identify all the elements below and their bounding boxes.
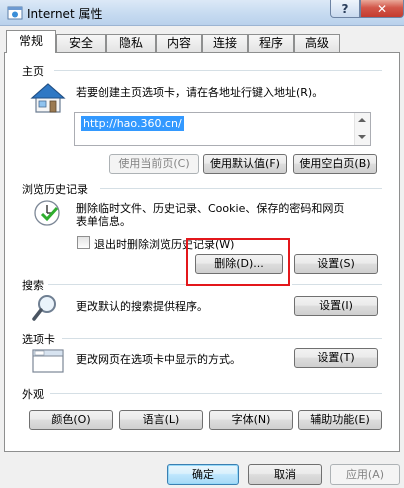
search-description: 更改默认的搜索提供程序。 [76,300,208,313]
tabs-settings-button[interactable]: 设置(T) [294,348,378,368]
tab-strip: 常规 安全 隐私 内容 连接 程序 高级 [0,26,404,53]
tab-content[interactable]: 内容 [156,34,202,52]
house-icon [30,83,66,113]
tab-general[interactable]: 常规 [6,30,56,53]
history-settings-button[interactable]: 设置(S) [294,254,378,274]
history-group-line [100,188,382,189]
tab-security[interactable]: 安全 [56,34,106,52]
tab-privacy[interactable]: 隐私 [106,34,156,52]
window-title: Internet 属性 [27,7,103,21]
cancel-button[interactable]: 取消 [248,464,322,485]
homepage-group-line [54,70,382,71]
ok-button[interactable]: 确定 [167,464,239,485]
homepage-url-text[interactable]: http://hao.360.cn/ [81,116,184,131]
accessibility-button[interactable]: 辅助功能(E) [298,410,382,430]
title-bar: Internet 属性 ? ✕ [0,0,404,26]
scroll-up-arrow-icon[interactable] [358,118,366,122]
close-button[interactable]: ✕ [360,0,404,18]
search-group-line-right [292,284,382,285]
search-group-line [48,284,186,285]
magnifier-icon [32,295,56,321]
tabbed-window-icon [32,349,64,373]
history-clock-icon [34,200,60,226]
history-group-title: 浏览历史记录 [22,183,88,196]
homepage-group-title: 主页 [22,65,44,78]
tab-connections[interactable]: 连接 [202,34,248,52]
tabs-group-title: 选项卡 [22,333,55,346]
languages-button[interactable]: 语言(L) [119,410,203,430]
red-highlight-box [186,238,290,286]
appearance-group-line [50,393,382,394]
apply-button[interactable]: 应用(A) [330,464,400,485]
delete-on-exit-checkbox[interactable] [77,236,90,249]
use-blank-button[interactable]: 使用空白页(B) [293,154,377,174]
tabs-group-line [62,338,382,339]
colors-button[interactable]: 颜色(O) [29,410,113,430]
use-current-page-button[interactable]: 使用当前页(C) [109,154,199,174]
search-settings-button[interactable]: 设置(I) [294,296,378,316]
appearance-group-title: 外观 [22,388,44,401]
homepage-url-scrollbar[interactable] [354,113,370,145]
scroll-down-arrow-icon[interactable] [358,135,366,139]
homepage-description: 若要创建主页选项卡，请在各地址行键入地址(R)。 [76,86,324,99]
history-description-line2: 表单信息。 [76,215,131,228]
help-button[interactable]: ? [330,0,360,18]
tabs-description: 更改网页在选项卡中显示的方式。 [76,353,241,366]
use-default-button[interactable]: 使用默认值(F) [203,154,287,174]
internet-options-icon [7,6,23,20]
tab-advanced[interactable]: 高级 [294,34,340,52]
homepage-url-box[interactable]: http://hao.360.cn/ [74,112,371,146]
search-group-title: 搜索 [22,279,44,292]
tab-programs[interactable]: 程序 [248,34,294,52]
fonts-button[interactable]: 字体(N) [209,410,293,430]
